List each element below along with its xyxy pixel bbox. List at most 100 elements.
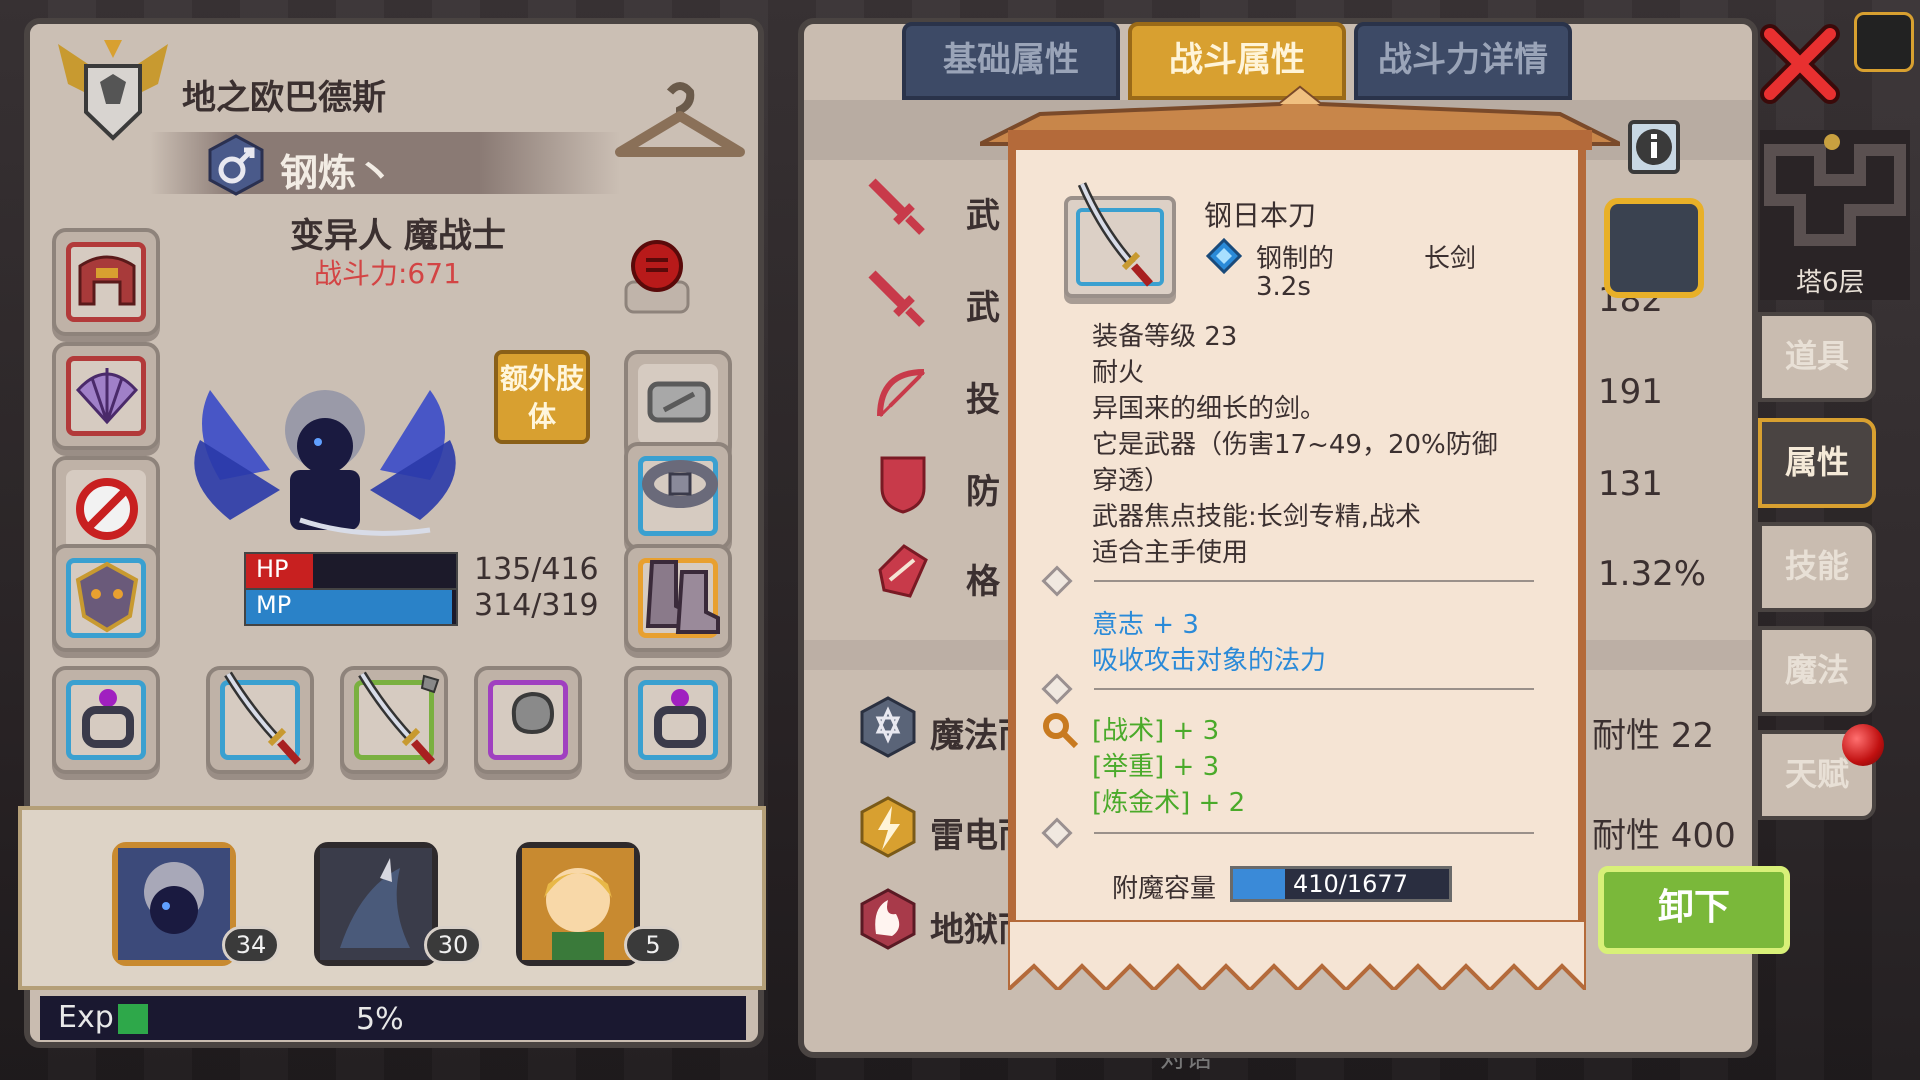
sword-icon (868, 270, 925, 327)
stat-label: 武 (966, 288, 1000, 328)
ring-icon (82, 689, 134, 748)
enchant-bar: 410/1677 (1230, 866, 1452, 902)
mp-label: MP (256, 591, 292, 619)
item-desc: 穿透） (1092, 466, 1171, 496)
magic-resist-icon (860, 696, 916, 758)
hell-icon (860, 888, 916, 950)
unequip-label: 卸下 (1657, 887, 1730, 928)
slot-ammo[interactable] (474, 666, 582, 774)
divider (1094, 580, 1534, 582)
item-preview-slot (1064, 182, 1176, 298)
mask-icon (75, 561, 139, 633)
close-icon[interactable] (1760, 24, 1840, 104)
selected-equip-slot[interactable] (1604, 198, 1704, 298)
mp-value: 314/319 (474, 588, 599, 623)
info-glyph (1636, 129, 1672, 165)
item-type: 长剑 (1424, 244, 1477, 274)
combat-power: 战斗力:671 (314, 257, 461, 290)
katana-icon (1077, 182, 1153, 287)
shield-icon (880, 456, 926, 514)
belt-icon (642, 460, 718, 508)
slot-main-hand[interactable] (206, 666, 314, 774)
slot-off-hand[interactable] (340, 666, 448, 774)
portrait-hero-icon (118, 848, 230, 960)
item-name: 钢日本刀 (1204, 199, 1317, 232)
item-speed: 3.2s (1256, 272, 1311, 302)
ring-icon (654, 689, 706, 748)
item-desc: 适合主手使用 (1092, 538, 1249, 568)
stat-label: 防 (966, 472, 1000, 512)
side-tab-magic[interactable]: 魔法 (1758, 626, 1876, 716)
slot-mask[interactable] (52, 544, 160, 652)
male-icon (208, 134, 264, 196)
exit-icon[interactable] (1854, 12, 1914, 72)
resist-value: 耐性 400 (1592, 816, 1736, 856)
emblem-icon (58, 40, 168, 141)
empty-slot-icon (647, 381, 711, 423)
side-tab-attributes[interactable]: 属性 (1758, 418, 1876, 508)
katana-icon (358, 671, 440, 765)
hp-bar: HP (244, 552, 458, 590)
party-member-2[interactable] (314, 842, 438, 966)
item-desc: 它是武器（伤害17~49，20%防御 (1092, 430, 1498, 460)
portrait-beast-icon (320, 848, 432, 960)
enchant-value: 410/1677 (1293, 870, 1408, 898)
side-tab-skills[interactable]: 技能 (1758, 522, 1876, 612)
sword-icon (868, 178, 925, 235)
unequip-button[interactable]: 卸下 (1598, 866, 1790, 954)
slot-belt[interactable] (624, 442, 732, 550)
character-name: 地之欧巴德斯 (182, 78, 386, 118)
floor-indicator: 塔6层 (1796, 268, 1865, 298)
item-material: 钢制的 (1256, 244, 1335, 274)
enchant-label: 附魔容量 (1112, 874, 1217, 904)
character-title: 钢炼丶 (280, 151, 395, 195)
side-tab-items-label: 道具 (1784, 337, 1849, 375)
parry-icon (878, 544, 928, 598)
skill-key-icon (1043, 713, 1079, 749)
exp-fill (118, 1004, 148, 1034)
slot-ring-left[interactable] (52, 666, 160, 774)
item-desc: 武器焦点技能:长剑专精,战术 (1092, 502, 1422, 532)
race-class: 变异人 魔战士 (290, 216, 506, 256)
slot-boots[interactable] (624, 544, 732, 652)
level-badge: 5 (624, 926, 682, 964)
red-mask-icon[interactable] (622, 236, 692, 316)
notification-dot (1842, 724, 1884, 766)
blocked-icon (76, 478, 138, 540)
divider (1094, 832, 1534, 834)
boots-icon (645, 560, 720, 634)
skill-bonus: [炼金术] + 2 (1092, 788, 1246, 818)
stat-value: 131 (1598, 464, 1663, 504)
item-trait: 耐火 (1092, 358, 1145, 388)
bonus-effect: 吸收攻击对象的法力 (1092, 646, 1327, 676)
resist-value: 耐性 22 (1592, 716, 1715, 756)
tab-basic-label: 基础属性 (943, 40, 1079, 80)
bonus-stat: 意志 + 3 (1092, 610, 1199, 640)
item-desc: 异国来的细长的剑。 (1092, 394, 1327, 424)
material-gem-icon (1206, 238, 1242, 274)
skill-bonus: [战术] + 3 (1092, 716, 1220, 746)
enchant-fill (1233, 869, 1285, 899)
slot-shell[interactable] (52, 342, 160, 450)
helmet-icon (78, 255, 136, 306)
info-icon[interactable] (1628, 120, 1680, 174)
scroll-icon (980, 85, 1620, 150)
hero-sprite (194, 390, 456, 536)
party-member-1[interactable] (112, 842, 236, 966)
stone-icon (511, 691, 555, 735)
extra-limb-slot[interactable]: 额外肢体 (494, 350, 590, 444)
mp-bar: MP (244, 588, 458, 626)
katana-icon (224, 671, 301, 765)
tab-combat-label: 战斗属性 (1169, 40, 1305, 80)
item-level: 装备等级 23 (1092, 322, 1238, 352)
hanger-icon[interactable] (610, 82, 750, 172)
party-member-3[interactable] (516, 842, 640, 966)
exp-percent: 5% (356, 1002, 404, 1037)
lightning-icon (860, 796, 916, 858)
side-tab-magic-label: 魔法 (1784, 651, 1849, 689)
slot-helmet[interactable] (52, 228, 160, 336)
side-tab-attributes-label: 属性 (1784, 443, 1849, 481)
side-tab-items[interactable]: 道具 (1758, 312, 1876, 402)
tab-power-detail-label: 战斗力详情 (1378, 40, 1548, 80)
slot-ring-right[interactable] (624, 666, 732, 774)
